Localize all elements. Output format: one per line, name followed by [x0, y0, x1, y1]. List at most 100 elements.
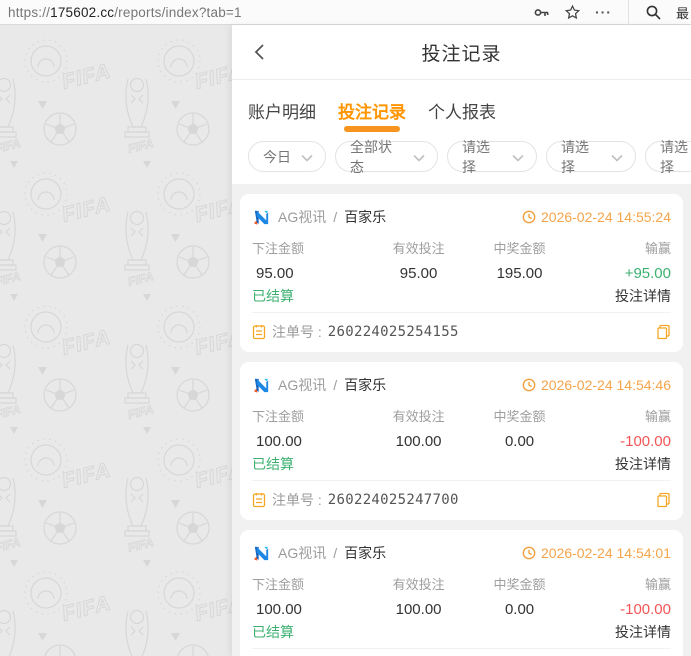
order-note-icon	[252, 324, 266, 340]
bet-amount-label: 下注金额	[252, 577, 305, 592]
amount-grid: 下注金额 有效投注 中奖金额 输赢 100.00 100.00 0.00 -10…	[252, 571, 671, 620]
bet-amount-value: 95.00	[256, 265, 294, 282]
bet-amount-value: 100.00	[256, 601, 302, 618]
toolbar-divider	[627, 0, 629, 25]
copy-icon[interactable]	[656, 324, 671, 340]
order-row: 注单号 : 260224025239560	[252, 648, 671, 656]
provider-name: AG视讯	[278, 545, 327, 561]
order-row: 注单号 : 260224025254155	[252, 312, 671, 352]
tab-personal-report[interactable]: 个人报表	[428, 98, 496, 137]
chevron-down-icon	[611, 149, 623, 165]
profit-value: +95.00	[624, 265, 671, 282]
valid-bet-value: 95.00	[399, 265, 438, 282]
copy-icon[interactable]	[656, 492, 671, 508]
valid-bet-value: 100.00	[395, 433, 442, 450]
chevron-down-icon	[301, 149, 313, 165]
status-badge: 已结算	[252, 624, 294, 640]
filter-status-select[interactable]: 全部状态	[335, 139, 438, 175]
tab-account-detail[interactable]: 账户明细	[248, 98, 316, 137]
bet-amount-label: 下注金额	[252, 409, 305, 424]
filter-date-select[interactable]: 今日	[248, 141, 326, 172]
separator: /	[333, 209, 338, 225]
chevron-down-icon	[413, 149, 425, 165]
status-badge: 已结算	[252, 456, 294, 472]
clock-icon	[522, 378, 536, 392]
status-row: 已结算 投注详情	[252, 284, 671, 312]
tab-bet-records[interactable]: 投注记录	[338, 98, 406, 137]
card-header: AG视讯 / 百家乐 2026-02-24 14:54:46	[252, 372, 671, 403]
game-name: 百家乐	[344, 545, 387, 561]
order-note-icon	[252, 492, 266, 508]
url-text[interactable]: https://175602.cc/reports/index?tab=1	[8, 5, 242, 20]
separator: /	[333, 377, 338, 393]
order-number-label: 注单号 :	[272, 492, 322, 508]
back-button[interactable]	[250, 41, 272, 63]
bet-record-card: AG视讯 / 百家乐 2026-02-24 14:54:01 下注金额 有效投注…	[240, 530, 683, 656]
bet-detail-link[interactable]: 投注详情	[615, 286, 671, 306]
bet-record-card: AG视讯 / 百家乐 2026-02-24 14:54:46 下注金额 有效投注…	[240, 362, 683, 520]
amount-grid: 下注金额 有效投注 中奖金额 输赢 100.00 100.00 0.00 -10…	[252, 403, 671, 452]
bet-amount-value: 100.00	[256, 433, 302, 450]
bet-amount-label: 下注金额	[252, 241, 305, 256]
filter-select-4[interactable]: 请选择	[546, 139, 636, 175]
browser-address-bar: https://175602.cc/reports/index?tab=1 ··…	[0, 0, 691, 25]
card-header: AG视讯 / 百家乐 2026-02-24 14:55:24	[252, 204, 671, 235]
clock-icon	[522, 546, 536, 560]
win-amount-value: 0.00	[504, 601, 535, 618]
win-amount-value: 0.00	[504, 433, 535, 450]
report-tabs: 账户明细 投注记录 个人报表	[232, 80, 691, 137]
key-icon[interactable]	[533, 4, 550, 21]
profit-value: -100.00	[620, 601, 671, 618]
ag-provider-logo-icon	[252, 208, 271, 227]
order-row: 注单号 : 260224025247700	[252, 480, 671, 520]
page-title: 投注记录	[421, 43, 502, 65]
page-header: 投注记录	[232, 25, 691, 80]
valid-bet-label: 有效投注	[392, 409, 445, 424]
amount-grid: 下注金额 有效投注 中奖金额 输赢 95.00 95.00 195.00 +95…	[252, 235, 671, 284]
win-amount-label: 中奖金额	[493, 577, 546, 592]
more-menu-icon[interactable]: ···	[595, 5, 612, 19]
screen: https://175602.cc/reports/index?tab=1 ··…	[0, 0, 691, 656]
search-icon[interactable]	[645, 4, 662, 21]
clock-icon	[522, 210, 536, 224]
bet-timestamp: 2026-02-24 14:55:24	[522, 209, 671, 225]
profit-value: -100.00	[620, 433, 671, 450]
profit-label: 输赢	[644, 409, 671, 424]
filter-select-5[interactable]: 请选择	[645, 139, 691, 175]
bet-detail-link[interactable]: 投注详情	[615, 454, 671, 474]
chevron-down-icon	[512, 149, 524, 165]
profit-label: 输赢	[644, 241, 671, 256]
fifa-watermark-background: FIFA	[0, 25, 232, 656]
bet-detail-link[interactable]: 投注详情	[615, 622, 671, 642]
provider-name: AG视讯	[278, 377, 327, 393]
order-number-value: 260224025254155	[327, 324, 459, 340]
provider-name: AG视讯	[278, 209, 327, 225]
win-amount-value: 195.00	[496, 265, 543, 282]
filter-bar: 今日 全部状态 请选择 请选择 请选择	[232, 137, 691, 184]
valid-bet-label: 有效投注	[392, 577, 445, 592]
bet-timestamp: 2026-02-24 14:54:46	[522, 377, 671, 393]
status-badge: 已结算	[252, 288, 294, 304]
ag-provider-logo-icon	[252, 376, 271, 395]
card-header: AG视讯 / 百家乐 2026-02-24 14:54:01	[252, 540, 671, 571]
game-name: 百家乐	[344, 209, 387, 225]
status-row: 已结算 投注详情	[252, 620, 671, 648]
star-icon[interactable]	[564, 4, 581, 21]
bet-timestamp: 2026-02-24 14:54:01	[522, 545, 671, 561]
filter-select-3[interactable]: 请选择	[447, 139, 537, 175]
browser-extra-label: 最	[675, 5, 689, 21]
reports-panel: 投注记录 账户明细 投注记录 个人报表 今日 全部状态 请选择 请选择 请选择 …	[232, 25, 691, 656]
bet-record-card: AG视讯 / 百家乐 2026-02-24 14:55:24 下注金额 有效投注…	[240, 194, 683, 352]
ag-provider-logo-icon	[252, 544, 271, 563]
status-row: 已结算 投注详情	[252, 452, 671, 480]
game-name: 百家乐	[344, 377, 387, 393]
win-amount-label: 中奖金额	[493, 241, 546, 256]
valid-bet-label: 有效投注	[392, 241, 445, 256]
bet-record-list[interactable]: AG视讯 / 百家乐 2026-02-24 14:55:24 下注金额 有效投注…	[232, 184, 691, 656]
profit-label: 输赢	[644, 577, 671, 592]
valid-bet-value: 100.00	[395, 601, 442, 618]
order-number-value: 260224025247700	[327, 492, 459, 508]
order-number-label: 注单号 :	[272, 324, 322, 340]
separator: /	[333, 545, 338, 561]
win-amount-label: 中奖金额	[493, 409, 546, 424]
